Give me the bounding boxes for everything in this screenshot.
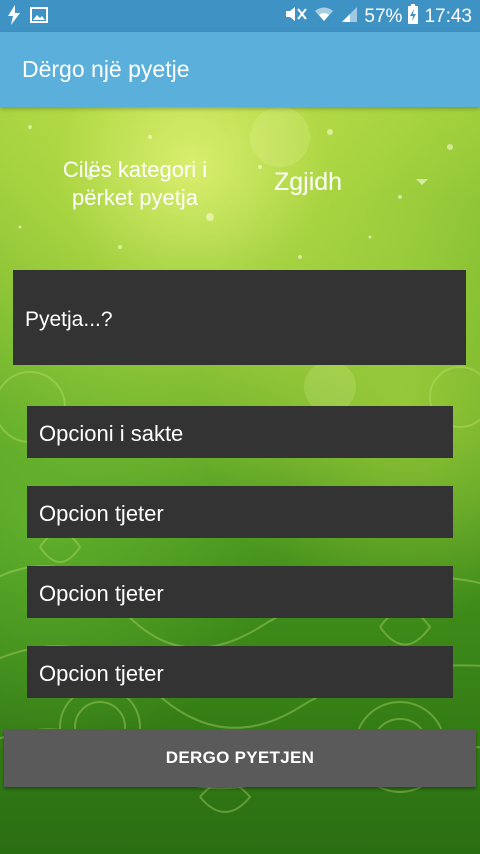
- option-placeholder: Opcion tjeter: [39, 661, 164, 686]
- mute-icon: [284, 5, 308, 29]
- battery-percent: 57%: [364, 6, 403, 27]
- option-placeholder: Opcion tjeter: [39, 501, 164, 526]
- option-placeholder: Opcion tjeter: [39, 581, 164, 606]
- submit-question-button[interactable]: DERGO PYETJEN: [4, 729, 476, 787]
- category-label: Cilës kategori i përket pyetja: [62, 157, 208, 210]
- status-notifications: [8, 5, 48, 31]
- flash-icon: [8, 5, 20, 31]
- other-option-input-3[interactable]: Opcion tjeter: [27, 646, 453, 698]
- clock: 17:43: [424, 6, 472, 27]
- page-title: Dërgo një pyetje: [22, 56, 190, 82]
- category-selected-value: Zgjidh: [274, 168, 343, 196]
- other-option-input-1[interactable]: Opcion tjeter: [27, 486, 453, 538]
- wifi-icon: [314, 5, 334, 29]
- option-placeholder: Opcioni i sakte: [39, 421, 184, 446]
- battery-icon: [408, 4, 419, 30]
- other-option-input-2[interactable]: Opcion tjeter: [27, 566, 453, 618]
- category-spinner[interactable]: Zgjidh: [272, 166, 437, 202]
- correct-option-input[interactable]: Opcioni i sakte: [27, 406, 453, 458]
- status-bar: 57% 17:43: [0, 0, 480, 32]
- submit-button-label: DERGO PYETJEN: [165, 748, 315, 767]
- question-input[interactable]: Pyetja...?: [13, 270, 466, 365]
- app-bar: Dërgo një pyetje: [0, 32, 480, 107]
- signal-icon: [340, 5, 358, 29]
- status-system: 57% 17:43: [284, 4, 472, 30]
- image-icon: [30, 7, 48, 29]
- screen: 57% 17:43 Dërgo një pyetje Cilës kategor…: [0, 0, 480, 854]
- question-placeholder: Pyetja...?: [25, 308, 113, 331]
- spinner-arrow-icon: [416, 179, 428, 185]
